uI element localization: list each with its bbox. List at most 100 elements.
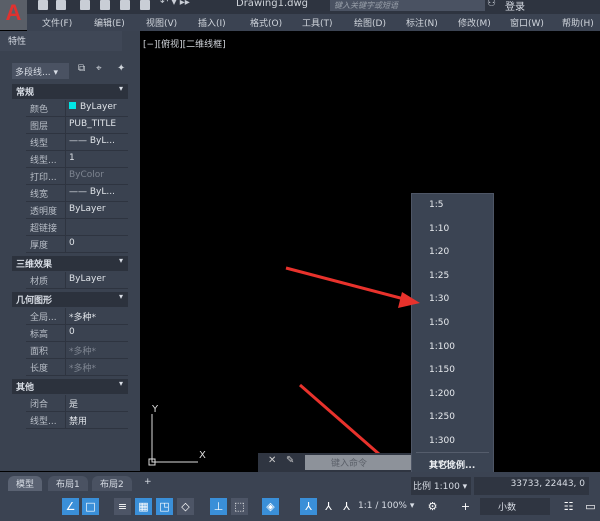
user-icon[interactable]: ⚇ — [487, 0, 496, 9]
menu-item[interactable]: 编辑(E) — [79, 14, 131, 31]
command-input[interactable]: 键入命令 — [305, 455, 411, 470]
plot-icon[interactable] — [140, 0, 150, 10]
open-icon[interactable] — [56, 0, 66, 10]
section-header[interactable]: 几何图形 ▾ — [12, 292, 128, 307]
select-objects-icon[interactable]: ⌖ — [96, 63, 102, 74]
property-row[interactable]: 打印... ByColor — [26, 168, 128, 185]
property-value[interactable]: PUB_TITLE — [66, 117, 119, 133]
gear-icon[interactable]: ⚙ — [424, 498, 441, 515]
property-value[interactable]: 禁用 — [66, 412, 90, 428]
property-row[interactable]: 长度 *多种* — [26, 359, 128, 376]
menu-item[interactable]: 文件(F) — [27, 14, 79, 31]
section-header[interactable]: 其他 ▾ — [12, 379, 128, 394]
isolate-icon[interactable]: ▭ — [582, 498, 599, 515]
property-value[interactable]: ByLayer — [66, 272, 109, 288]
property-value[interactable]: ByLayer — [66, 202, 109, 218]
object-type-select[interactable]: 多段线... ▾ — [12, 63, 69, 79]
menu-item[interactable]: 帮助(H) — [547, 14, 599, 31]
toggle-pickadd-icon[interactable]: ⧉ — [78, 63, 85, 74]
property-row[interactable]: 闭合是 — [26, 395, 128, 412]
close-icon[interactable]: ✕ — [268, 455, 276, 466]
polar-icon[interactable]: ∠ — [62, 498, 79, 515]
tab-layout2[interactable]: 布局2 — [92, 476, 132, 491]
scale-option[interactable]: 1:150 — [429, 365, 455, 375]
3d-osnap-icon[interactable]: ◇ — [177, 498, 194, 515]
osnap-icon[interactable]: □ — [82, 498, 99, 515]
menu-item[interactable]: 工具(T) — [287, 14, 339, 31]
property-row[interactable]: 线宽 —— ByL... — [26, 185, 128, 202]
save-icon[interactable] — [80, 0, 90, 10]
collapse-icon[interactable]: ▾ — [119, 379, 123, 388]
quick-select-icon[interactable]: ✦ — [117, 63, 125, 74]
annotation-ratio[interactable]: 1:1 / 100% ▾ — [358, 501, 414, 511]
tab-add[interactable]: + — [136, 476, 160, 491]
saveas-icon[interactable] — [100, 0, 110, 10]
annotation-visibility-icon[interactable]: ⅄ — [300, 498, 317, 515]
property-row[interactable]: 厚度 0 — [26, 236, 128, 253]
3d-gizmo-icon[interactable]: ◈ — [262, 498, 279, 515]
app-logo[interactable]: A — [0, 0, 27, 30]
property-value[interactable] — [66, 219, 72, 235]
property-value[interactable]: 0 — [66, 325, 78, 341]
plus-icon[interactable]: + — [457, 498, 474, 515]
menu-item[interactable]: 插入(I) — [183, 14, 235, 31]
property-row[interactable]: 标高 0 — [26, 325, 128, 342]
scale-option[interactable]: 1:20 — [429, 247, 449, 257]
property-value[interactable]: 0 — [66, 236, 78, 252]
annotation-scale-button[interactable]: 比例 1:100 ▾ — [411, 477, 471, 495]
property-value[interactable]: —— ByL... — [66, 134, 118, 150]
property-row[interactable]: 面积 *多种* — [26, 342, 128, 359]
gizmo-icon[interactable]: ⬚ — [231, 498, 248, 515]
scale-option[interactable]: 1:5 — [429, 200, 443, 210]
ucs-dynamic-icon[interactable]: ⊥ — [210, 498, 227, 515]
section-header[interactable]: 三维效果 ▾ — [12, 256, 128, 271]
lineweight-icon[interactable]: ≡ — [114, 498, 131, 515]
selection-cycling-icon[interactable]: ◳ — [156, 498, 173, 515]
annotation-scale-icon[interactable]: ⅄ — [338, 498, 355, 515]
property-row[interactable]: 超链接 — [26, 219, 128, 236]
property-value[interactable]: —— ByL... — [66, 185, 118, 201]
property-value[interactable]: *多种* — [66, 359, 99, 375]
scale-option[interactable]: 1:50 — [429, 318, 449, 328]
section-header[interactable]: 常规 ▾ — [12, 84, 128, 99]
property-row[interactable]: 全局... *多种* — [26, 308, 128, 325]
login-button[interactable]: 登录 — [505, 0, 525, 13]
menu-item[interactable]: 绘图(D) — [339, 14, 391, 31]
scale-option[interactable]: 1:30 — [429, 294, 449, 304]
property-row[interactable]: 线型... 禁用 — [26, 412, 128, 429]
search-input[interactable]: 键入关键字或短语 — [330, 0, 485, 11]
property-value[interactable]: 1 — [66, 151, 78, 167]
property-value[interactable]: 是 — [66, 395, 81, 411]
property-value[interactable]: ByColor — [66, 168, 107, 184]
viewport-controls[interactable]: [−][俯视][二维线框] — [143, 37, 226, 50]
properties-icon[interactable]: ☷ — [560, 498, 577, 515]
collapse-icon[interactable]: ▾ — [119, 84, 123, 93]
wrench-icon[interactable]: ✎ — [286, 455, 294, 466]
collapse-icon[interactable]: ▾ — [119, 292, 123, 301]
property-value[interactable]: ByLayer — [66, 100, 120, 116]
property-row[interactable]: 线型 —— ByL... — [26, 134, 128, 151]
menu-item[interactable]: 窗口(W) — [495, 14, 547, 31]
property-row[interactable]: 图层 PUB_TITLE — [26, 117, 128, 134]
menu-item[interactable]: 标注(N) — [391, 14, 443, 31]
collapse-icon[interactable]: ▾ — [119, 256, 123, 265]
undo-icon[interactable]: ↶ ▾ ▸▸ — [160, 0, 190, 8]
tab-model[interactable]: 模型 — [8, 476, 43, 491]
scale-option[interactable]: 1:300 — [429, 436, 455, 446]
scale-option[interactable]: 1:200 — [429, 389, 455, 399]
transparency-icon[interactable]: ▦ — [135, 498, 152, 515]
menu-item[interactable]: 修改(M) — [443, 14, 495, 31]
new-icon[interactable] — [38, 0, 48, 10]
scale-option-other[interactable]: 其它比例... — [429, 458, 475, 471]
scale-option[interactable]: 1:10 — [429, 224, 449, 234]
menu-item[interactable]: 视图(V) — [131, 14, 183, 31]
auto-scale-icon[interactable]: ⅄ — [320, 498, 337, 515]
menu-item[interactable]: 格式(O) — [235, 14, 287, 31]
scale-option[interactable]: 1:100 — [429, 342, 455, 352]
scale-option[interactable]: 1:250 — [429, 412, 455, 422]
publish-icon[interactable] — [120, 0, 130, 10]
property-row[interactable]: 材质 ByLayer — [26, 272, 128, 289]
property-row[interactable]: 线型... 1 — [26, 151, 128, 168]
property-row[interactable]: 透明度 ByLayer — [26, 202, 128, 219]
property-row[interactable]: 颜色 ByLayer — [26, 100, 128, 117]
